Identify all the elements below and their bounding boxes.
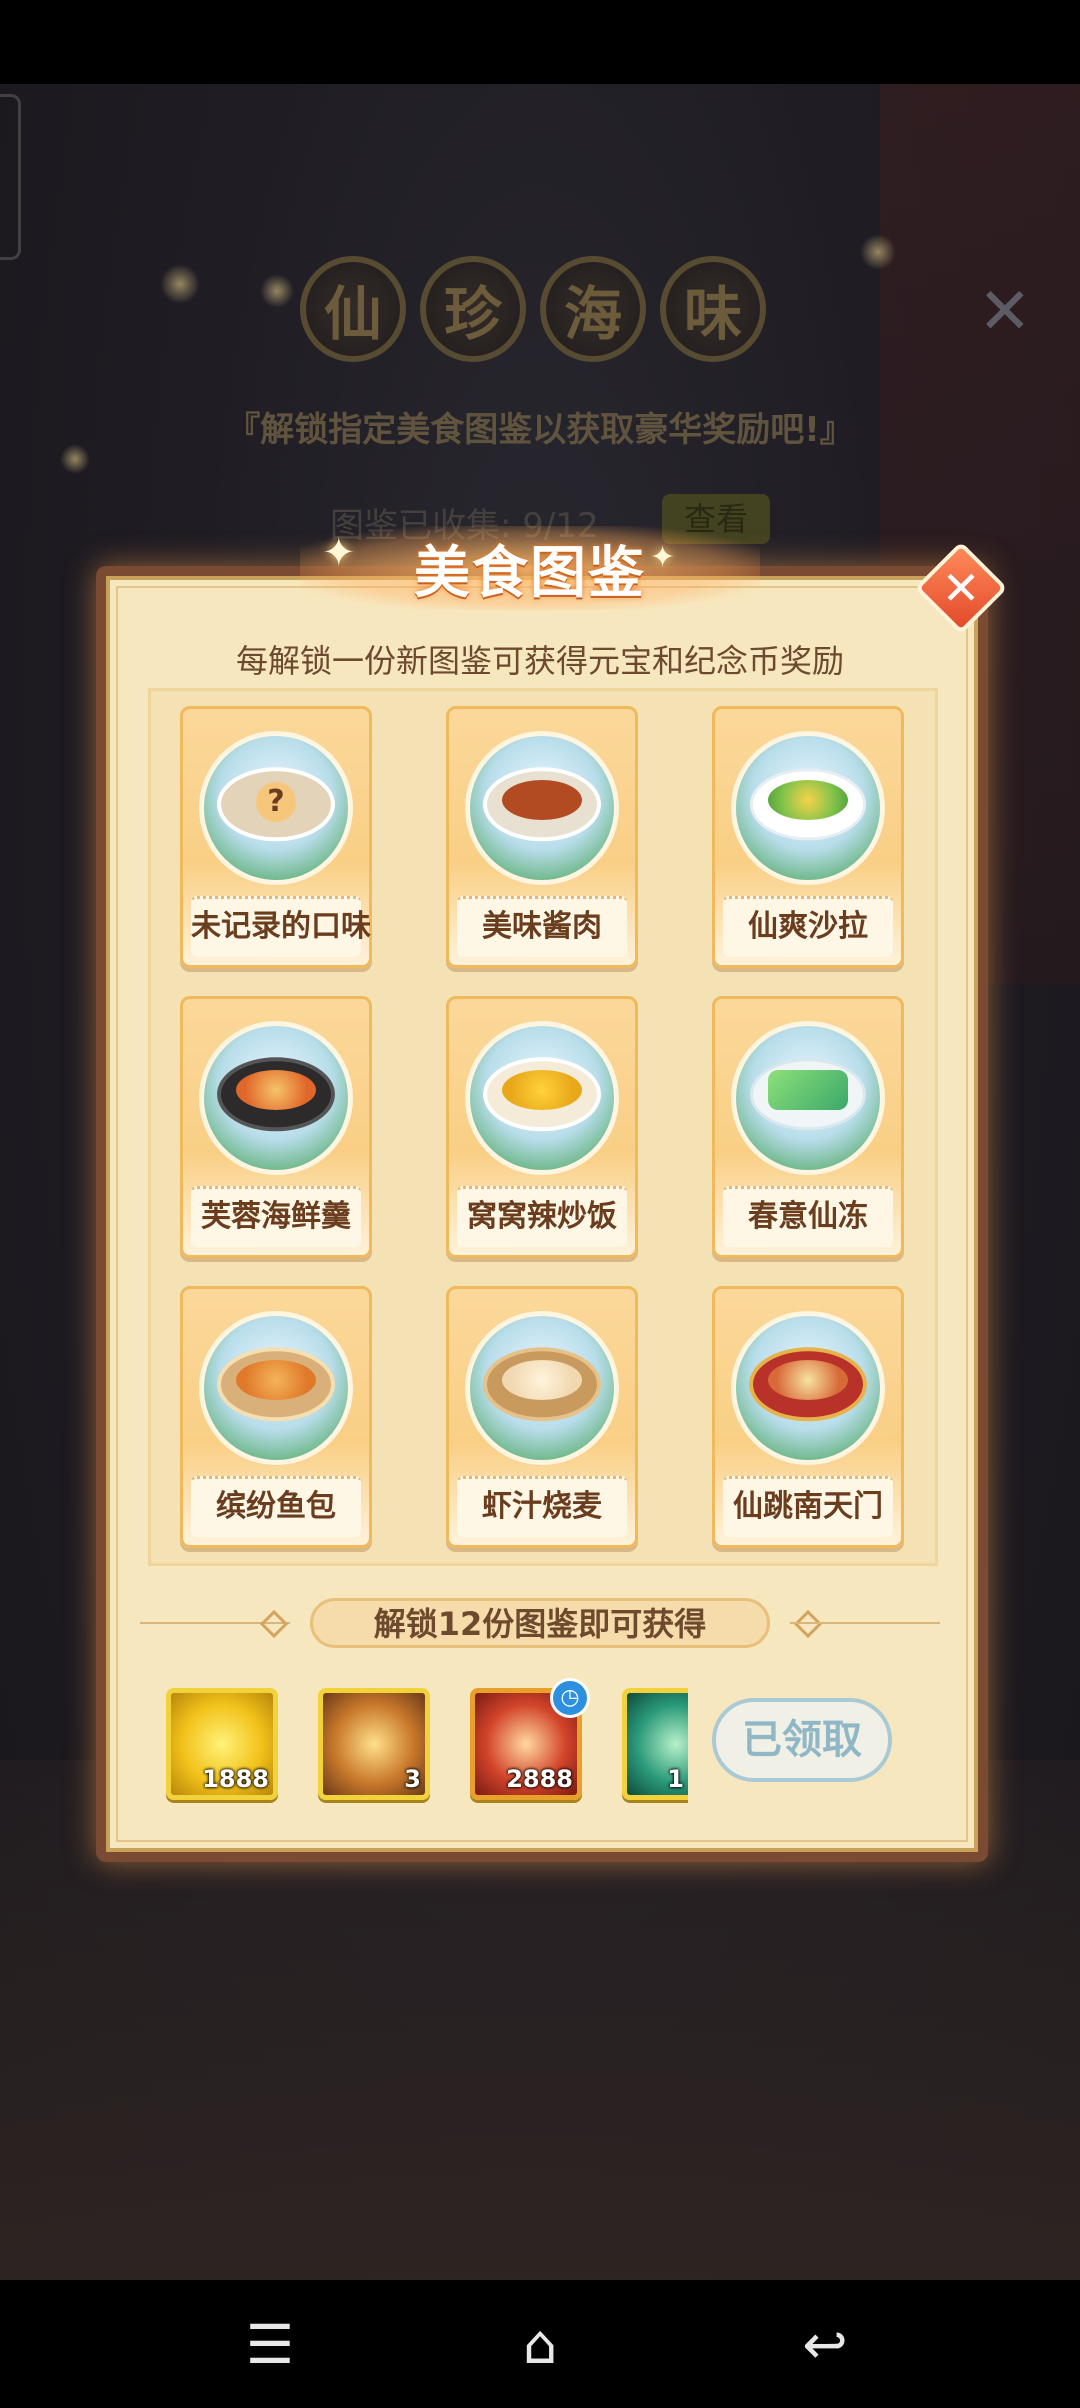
sparkle-icon: ✦ xyxy=(650,540,676,575)
dialog-title: 美食图鉴 xyxy=(414,540,646,606)
seafood-soup-icon xyxy=(236,1070,316,1110)
sparkle-icon: ✦ xyxy=(322,530,356,576)
back-icon[interactable]: ↩ xyxy=(790,2310,860,2380)
food-card[interactable]: 窝窝辣炒饭 xyxy=(446,996,638,1258)
food-card[interactable]: 虾汁烧麦 xyxy=(446,1286,638,1548)
food-card-label: 窝窝辣炒饭 xyxy=(457,1186,627,1247)
food-card[interactable]: 美味酱肉 xyxy=(446,706,638,968)
food-card-label: 缤纷鱼包 xyxy=(191,1476,361,1537)
shumai-icon xyxy=(502,1360,582,1400)
home-icon[interactable]: ⌂ xyxy=(505,2310,575,2380)
food-card-label: 未记录的口味 xyxy=(191,896,371,957)
gold-ingots-icon[interactable]: 1888 xyxy=(166,1688,278,1800)
jelly-icon xyxy=(768,1070,848,1110)
commemorative-coin-icon[interactable]: 1 xyxy=(622,1688,688,1800)
braised-meat-icon xyxy=(502,780,582,820)
salad-icon xyxy=(768,780,848,820)
food-card[interactable]: 仙爽沙拉 xyxy=(712,706,904,968)
dish-plate xyxy=(465,1311,619,1465)
dish-plate: ? xyxy=(199,731,353,885)
system-nav-bar: ☰ ⌂ ↩ xyxy=(0,2280,1080,2408)
claimed-button[interactable]: 已领取 xyxy=(712,1698,892,1782)
food-card-label: 芙蓉海鲜羹 xyxy=(191,1186,361,1247)
buddha-jumps-wall-icon xyxy=(768,1360,848,1400)
unlock-reward-banner: 解锁12份图鉴即可获得 xyxy=(310,1598,770,1648)
food-card[interactable]: 春意仙冻 xyxy=(712,996,904,1258)
menu-icon[interactable]: ☰ xyxy=(235,2310,305,2380)
reward-count: 1888 xyxy=(202,1765,269,1793)
status-bar xyxy=(0,0,1080,84)
treasure-chest-icon[interactable]: 3 xyxy=(318,1688,430,1800)
food-card-label: 春意仙冻 xyxy=(723,1186,893,1247)
food-card-label: 仙跳南天门 xyxy=(723,1476,893,1537)
fried-rice-icon xyxy=(502,1070,582,1110)
dish-plate xyxy=(199,1311,353,1465)
question-mark-icon: ? xyxy=(256,782,296,823)
dish-plate xyxy=(199,1021,353,1175)
clock-icon: ◷ xyxy=(550,1678,590,1718)
dish-plate xyxy=(465,1021,619,1175)
food-card-label: 仙爽沙拉 xyxy=(723,896,893,957)
food-card-locked[interactable]: ? 未记录的口味 xyxy=(180,706,372,968)
fish-bun-icon xyxy=(236,1360,316,1400)
divider xyxy=(790,1622,940,1624)
dialog-header: 美食图鉴 xyxy=(300,526,760,610)
food-card[interactable]: 缤纷鱼包 xyxy=(180,1286,372,1548)
dish-plate xyxy=(465,731,619,885)
dish-plate xyxy=(731,1021,885,1175)
reward-count: 3 xyxy=(404,1765,421,1793)
food-card-label: 美味酱肉 xyxy=(457,896,627,957)
reward-count: 2888 xyxy=(506,1765,573,1793)
food-card-label: 虾汁烧麦 xyxy=(457,1476,627,1537)
close-icon: ✕ xyxy=(941,561,981,615)
reward-count: 1 xyxy=(667,1765,684,1793)
dialog-hint: 每解锁一份新图鉴可获得元宝和纪念币奖励 xyxy=(235,642,844,680)
dish-plate xyxy=(731,1311,885,1465)
food-card[interactable]: 仙跳南天门 xyxy=(712,1286,904,1548)
dish-plate xyxy=(731,731,885,885)
food-card[interactable]: 芙蓉海鲜羹 xyxy=(180,996,372,1258)
